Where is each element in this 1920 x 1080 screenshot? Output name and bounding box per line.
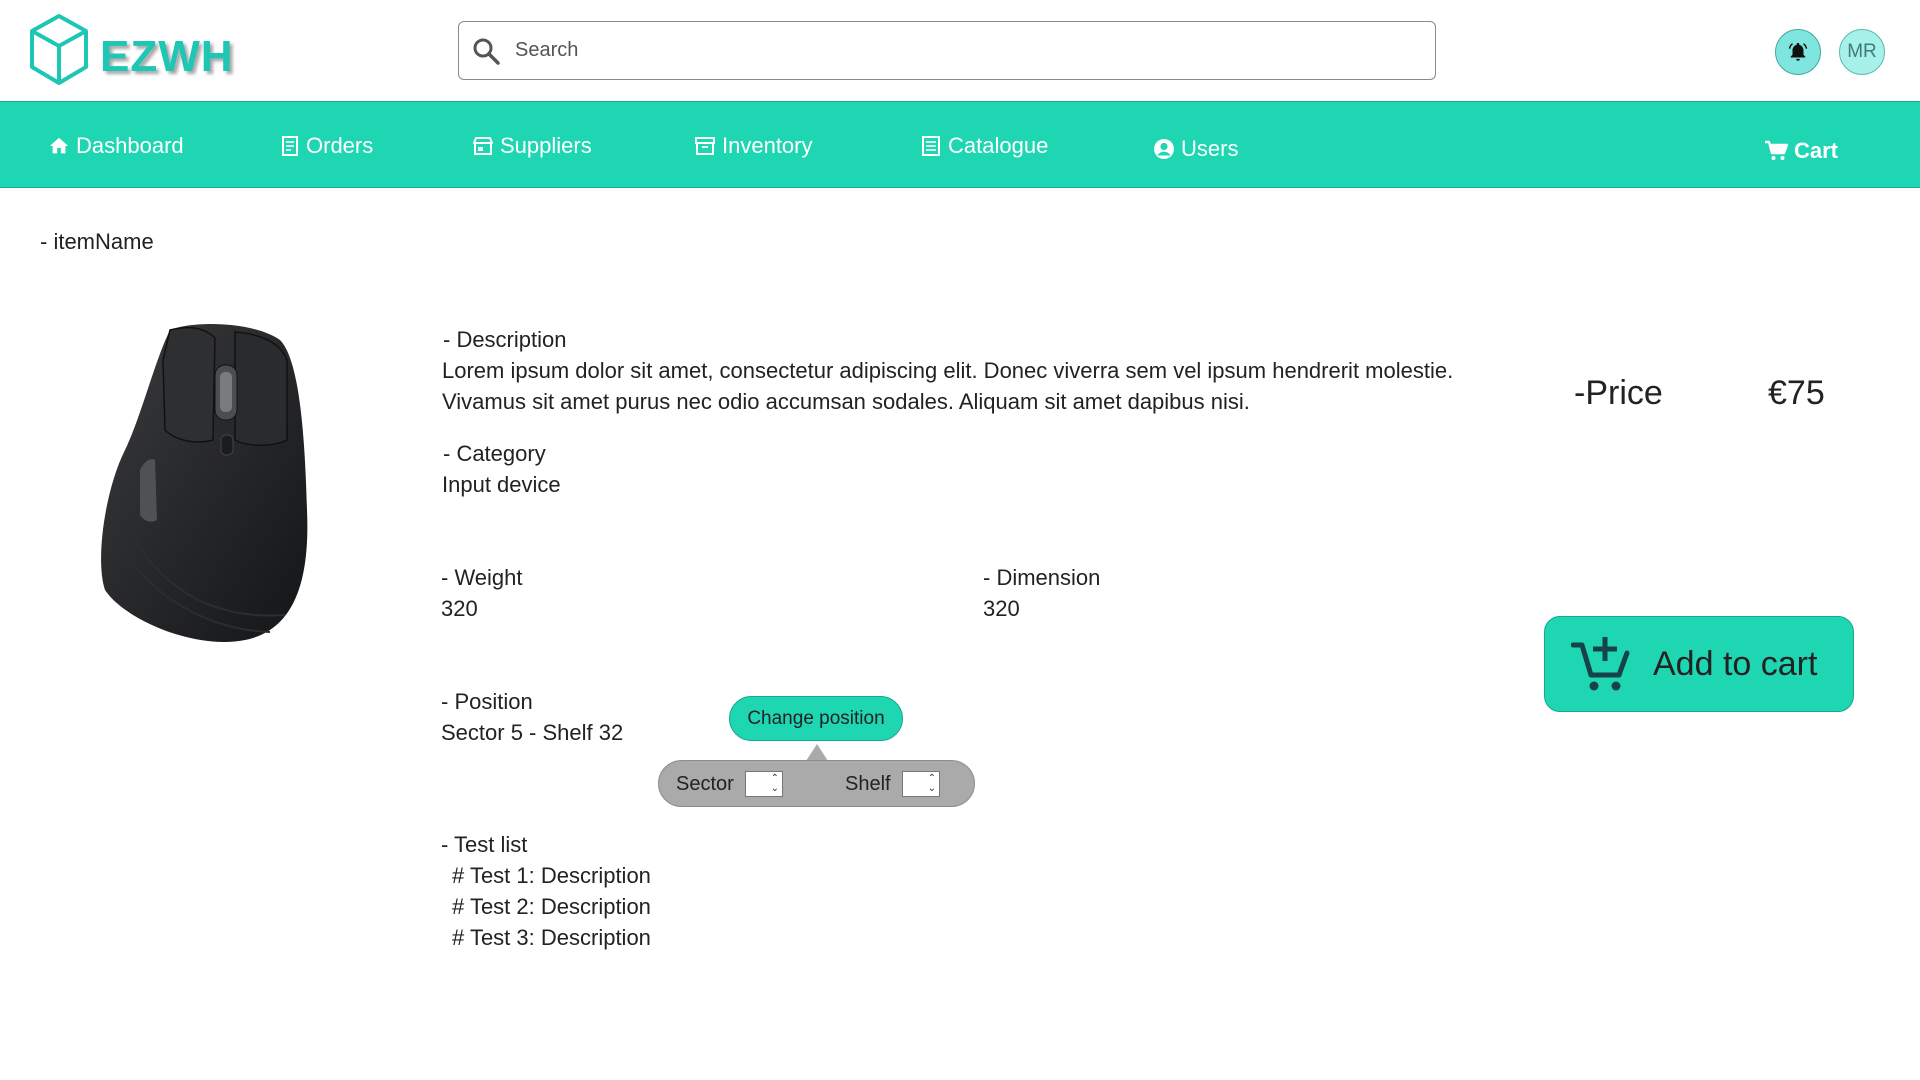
price-value: €75 [1768,374,1825,412]
search-icon [473,38,500,65]
home-icon [49,137,69,153]
item-name-title: - itemName [40,229,154,254]
sector-label: Sector [676,773,734,795]
shelf-stepper[interactable]: ⌃ ⌄ [902,771,940,797]
test-list-item: # Test 2: Description [452,894,651,919]
nav-item-cart[interactable]: Cart [1764,107,1838,194]
archive-icon [695,136,715,155]
category-value: Input device [442,472,561,497]
nav-item-label: Users [1181,135,1239,161]
main-nav: Dashboard Orders Suppliers Inventory Cat… [0,101,1920,188]
nav-item-label: Inventory [722,132,813,158]
notifications-button[interactable] [1775,29,1821,75]
change-position-button[interactable]: Change position [729,696,903,741]
add-to-cart-button[interactable]: Add to cart [1544,616,1854,712]
add-to-cart-label: Add to cart [1653,644,1818,683]
test-list-label: - Test list [441,832,528,857]
nav-item-dashboard[interactable]: Dashboard [48,102,184,189]
nav-item-users[interactable]: Users [1153,105,1238,192]
receipt-icon [282,135,298,156]
description-label: - Description [443,327,567,352]
stepper-arrows-icon: ⌃ ⌄ [927,773,936,794]
shelf-label: Shelf [845,773,891,795]
nav-item-label: Orders [306,132,374,158]
list-icon [922,135,940,156]
weight-label: - Weight [441,565,523,590]
bell-icon [1788,42,1808,61]
user-circle-icon [1154,138,1174,159]
add-to-cart-icon [1571,637,1630,691]
test-list-item: # Test 1: Description [452,863,651,888]
nav-item-orders[interactable]: Orders [280,102,373,189]
product-image [101,324,308,642]
store-icon [473,136,493,155]
brand-name[interactable]: EZWH [100,32,234,82]
user-avatar[interactable]: MR [1839,29,1885,75]
position-value: Sector 5 - Shelf 32 [441,720,624,745]
position-label: - Position [441,689,533,714]
test-list-item: # Test 3: Description [452,925,651,950]
nav-item-label: Catalogue [948,132,1049,158]
weight-value: 320 [441,596,478,621]
position-picker-panel: Sector ⌃ ⌄ Shelf ⌃ ⌄ [658,760,975,807]
nav-item-label: Cart [1794,137,1839,163]
nav-item-inventory[interactable]: Inventory [694,102,813,189]
description-line-2: Vivamus sit amet purus nec odio accumsan… [442,389,1250,414]
nav-item-suppliers[interactable]: Suppliers [472,102,592,189]
search-bar[interactable] [458,21,1436,80]
popover-pointer [806,744,828,761]
nav-item-catalogue[interactable]: Catalogue [920,102,1048,189]
dimension-value: 320 [983,596,1020,621]
cube-logo-icon[interactable] [28,13,90,87]
category-label: - Category [443,441,546,466]
app-header: EZWH MR [0,0,1920,101]
cart-icon [1765,140,1788,160]
stepper-arrows-icon: ⌃ ⌄ [770,773,779,794]
description-line-1: Lorem ipsum dolor sit amet, consectetur … [442,358,1454,383]
nav-item-label: Dashboard [76,132,184,158]
search-input[interactable] [515,30,1415,70]
dimension-label: - Dimension [983,565,1101,590]
sector-stepper[interactable]: ⌃ ⌄ [745,771,783,797]
price-label: -Price [1574,374,1663,412]
nav-item-label: Suppliers [500,132,592,158]
